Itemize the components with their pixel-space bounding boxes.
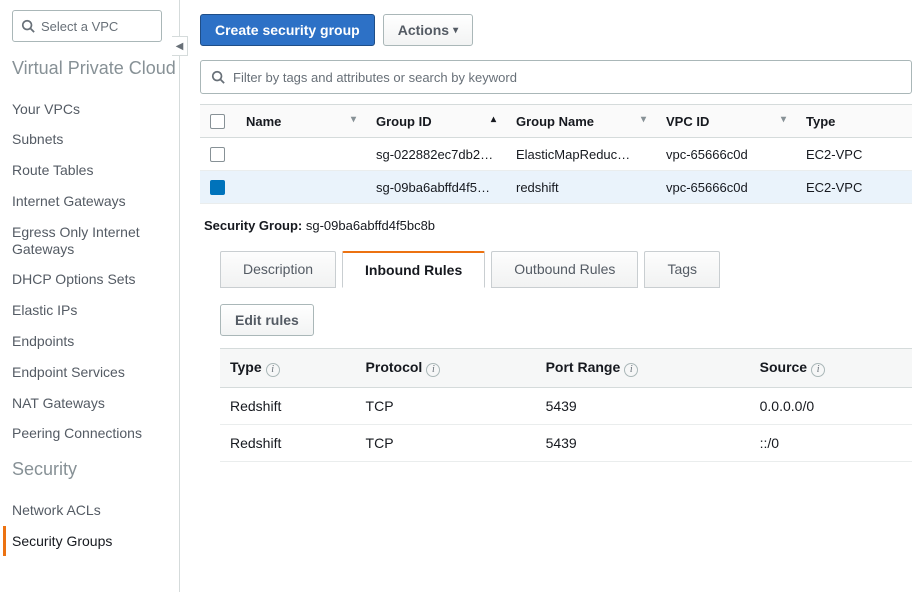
rule-row: Redshift TCP 5439 ::/0 [220,424,912,461]
sidebar-item-subnets[interactable]: Subnets [12,124,179,155]
sidebar-item-egress-only-internet-gateways[interactable]: Egress Only Internet Gateways [12,217,179,265]
cell-vpc-id: vpc-65666c0d [656,138,796,171]
rule-source: ::/0 [750,424,912,461]
detail-tabs: Description Inbound Rules Outbound Rules… [220,251,912,288]
rule-type: Redshift [220,387,356,424]
search-icon [211,70,225,84]
filter-placeholder: Filter by tags and attributes or search … [233,70,517,85]
tab-outbound-rules[interactable]: Outbound Rules [491,251,638,288]
sidebar-section-title-security: Security [12,459,179,481]
sidebar-item-elastic-ips[interactable]: Elastic IPs [12,295,179,326]
cell-name [236,171,366,204]
cell-group-name: ElasticMapReduc… [506,138,656,171]
sort-asc-icon: ▴ [491,114,496,125]
sidebar-item-nat-gateways[interactable]: NAT Gateways [12,388,179,419]
chevron-down-icon: ▾ [453,25,458,36]
sidebar-item-peering-connections[interactable]: Peering Connections [12,418,179,449]
column-header-group-name-label: Group Name [516,114,594,129]
rule-type: Redshift [220,424,356,461]
action-toolbar: Create security group Actions ▾ [200,14,912,46]
detail-header: Security Group: sg-09ba6abffd4f5bc8b [200,204,912,241]
column-header-vpc-id-label: VPC ID [666,114,709,129]
cell-vpc-id: vpc-65666c0d [656,171,796,204]
actions-dropdown-button[interactable]: Actions ▾ [383,14,473,46]
sidebar-item-security-groups[interactable]: Security Groups [3,526,179,557]
column-header-type[interactable]: Type [796,105,912,138]
table-row[interactable]: sg-09ba6abffd4f5… redshift vpc-65666c0d … [200,171,912,204]
column-header-vpc-id[interactable]: VPC ID ▾ [656,105,796,138]
row-checkbox[interactable] [210,180,225,195]
sort-icon: ▾ [351,114,356,125]
tab-description[interactable]: Description [220,251,336,288]
edit-rules-button[interactable]: Edit rules [220,304,314,336]
rules-column-source[interactable]: Sourcei [750,349,912,388]
tab-tags[interactable]: Tags [644,251,720,288]
column-header-group-id[interactable]: Group ID ▴ [366,105,506,138]
info-icon[interactable]: i [811,363,825,377]
sort-icon: ▾ [641,114,646,125]
sidebar-item-internet-gateways[interactable]: Internet Gateways [12,186,179,217]
search-icon [21,19,35,33]
column-header-name-label: Name [246,114,281,129]
rule-port-range: 5439 [536,424,750,461]
cell-type: EC2-VPC [796,171,912,204]
rules-column-protocol-label: Protocol [366,359,423,375]
sidebar-item-network-acls[interactable]: Network ACLs [12,495,179,526]
rule-protocol: TCP [356,424,536,461]
sidebar-item-route-tables[interactable]: Route Tables [12,155,179,186]
sidebar: Select a VPC ◀ Virtual Private Cloud You… [0,0,180,592]
column-header-group-id-label: Group ID [376,114,432,129]
cell-type: EC2-VPC [796,138,912,171]
vpc-selector-placeholder: Select a VPC [41,19,118,34]
main-content: Create security group Actions ▾ Filter b… [180,0,912,592]
vpc-selector[interactable]: Select a VPC [12,10,162,42]
sidebar-section-title-vpc: Virtual Private Cloud [12,58,179,80]
row-checkbox[interactable] [210,147,225,162]
rules-column-type[interactable]: Typei [220,349,356,388]
info-icon[interactable]: i [266,363,280,377]
cell-group-name: redshift [506,171,656,204]
column-header-select[interactable] [200,105,236,138]
sidebar-collapse-handle[interactable]: ◀ [172,36,188,56]
rule-source: 0.0.0.0/0 [750,387,912,424]
filter-input[interactable]: Filter by tags and attributes or search … [200,60,912,94]
column-header-type-label: Type [806,114,835,129]
table-row[interactable]: sg-022882ec7db2… ElasticMapReduc… vpc-65… [200,138,912,171]
create-security-group-button[interactable]: Create security group [200,14,375,46]
sidebar-item-dhcp-options-sets[interactable]: DHCP Options Sets [12,264,179,295]
tab-inbound-rules[interactable]: Inbound Rules [342,251,485,288]
security-groups-table: Name ▾ Group ID ▴ Group Name ▾ VPC ID ▾ Type… [200,104,912,204]
info-icon[interactable]: i [624,363,638,377]
detail-label: Security Group: [204,218,302,233]
select-all-checkbox[interactable] [210,114,225,129]
sidebar-item-endpoint-services[interactable]: Endpoint Services [12,357,179,388]
rules-column-type-label: Type [230,359,262,375]
sidebar-item-endpoints[interactable]: Endpoints [12,326,179,357]
actions-dropdown-label: Actions [398,22,449,38]
inbound-rules-table: Typei Protocoli Port Rangei Sourcei Reds… [220,348,912,462]
rules-column-protocol[interactable]: Protocoli [356,349,536,388]
rule-port-range: 5439 [536,387,750,424]
rules-column-port-range[interactable]: Port Rangei [536,349,750,388]
rule-row: Redshift TCP 5439 0.0.0.0/0 [220,387,912,424]
cell-group-id: sg-09ba6abffd4f5… [366,171,506,204]
detail-value: sg-09ba6abffd4f5bc8b [306,218,435,233]
rules-column-port-range-label: Port Range [546,359,621,375]
info-icon[interactable]: i [426,363,440,377]
cell-name [236,138,366,171]
rule-protocol: TCP [356,387,536,424]
column-header-name[interactable]: Name ▾ [236,105,366,138]
column-header-group-name[interactable]: Group Name ▾ [506,105,656,138]
sidebar-item-your-vpcs[interactable]: Your VPCs [12,94,179,125]
rules-column-source-label: Source [760,359,807,375]
sort-icon: ▾ [781,114,786,125]
cell-group-id: sg-022882ec7db2… [366,138,506,171]
